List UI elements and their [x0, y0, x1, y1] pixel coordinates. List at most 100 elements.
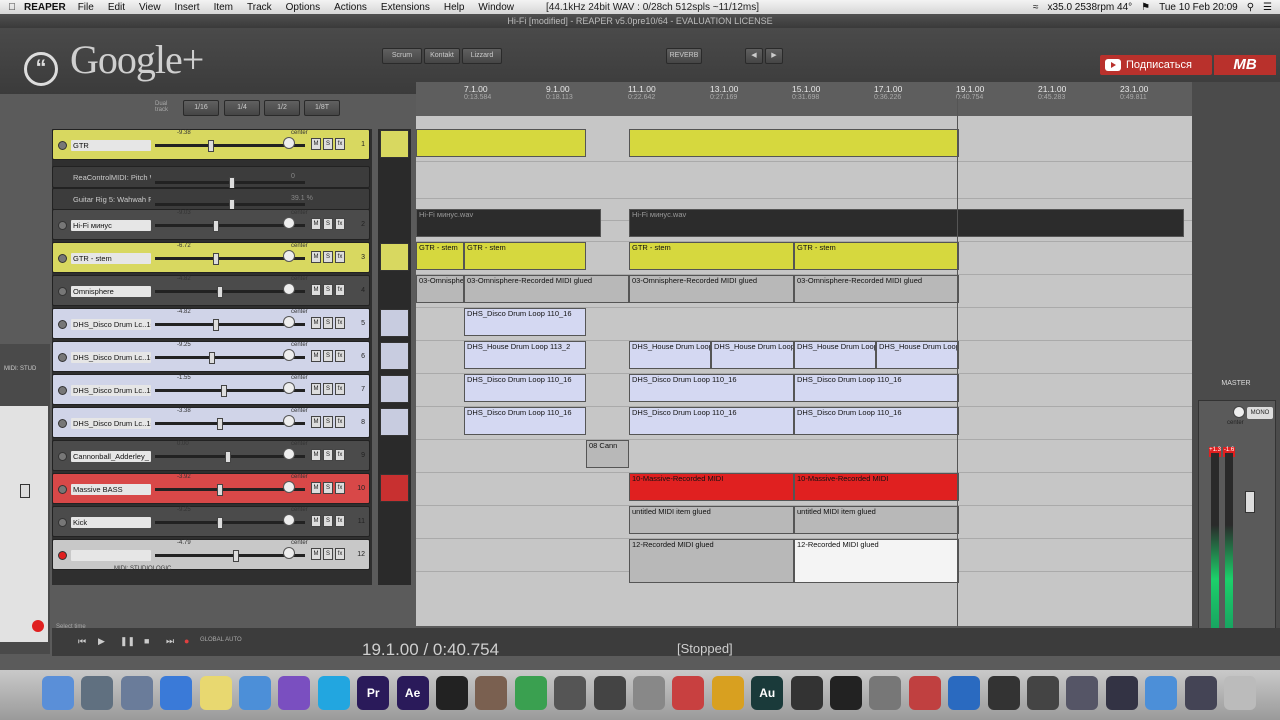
track-name[interactable]: GTR - stem [71, 253, 151, 264]
solo-button[interactable]: S [323, 284, 333, 296]
dock-icon-terminal[interactable] [436, 676, 468, 710]
pan-knob[interactable] [283, 415, 295, 427]
volume-fader-handle[interactable] [217, 484, 223, 496]
fx-button[interactable]: fx [335, 138, 345, 150]
record-arm-button[interactable] [58, 287, 67, 296]
media-item[interactable]: Hi-Fi минус.wav [416, 209, 601, 237]
media-item[interactable]: DHS_Disco Drum Loop 110_16 [464, 308, 586, 336]
pan-knob[interactable] [283, 217, 295, 229]
media-item[interactable]: DHS_Disco Drum Loop 110_16 [794, 407, 959, 435]
search-icon[interactable]: ⚲ [1247, 2, 1254, 13]
menu-view[interactable]: View [139, 2, 161, 13]
dock-icon-stickies[interactable] [199, 676, 232, 710]
media-item[interactable]: 03-Omnisphere-Recorded MIDI glued [416, 275, 464, 303]
solo-button[interactable]: S [323, 350, 333, 362]
dock-icon-sys[interactable] [1066, 676, 1099, 710]
solo-button[interactable]: S [323, 416, 333, 428]
volume-fader-handle[interactable] [217, 286, 223, 298]
media-item[interactable] [629, 129, 959, 157]
record-arm-button[interactable] [58, 386, 67, 395]
mute-button[interactable]: M [311, 383, 321, 395]
toolbar-kontakt-button[interactable]: Kontakt [424, 48, 460, 64]
track-name[interactable]: Omnisphere [71, 286, 151, 297]
dock-icon-chrome[interactable] [1145, 676, 1178, 710]
ruler-mark[interactable]: 21.1.00 0:45.283 [1038, 84, 1066, 101]
media-item[interactable]: Hi-Fi минус.wav [629, 209, 1184, 237]
media-item[interactable]: DHS_Disco Drum Loop 110_16 [464, 374, 586, 402]
dock-icon-wave[interactable] [711, 676, 744, 710]
track-row[interactable]: Kick M Sfx 11 -9.25 center [52, 506, 370, 537]
dock-icon-teamviewer[interactable] [948, 676, 981, 710]
track-instrument-icon[interactable] [380, 243, 409, 271]
dock-icon-mic[interactable] [1027, 676, 1059, 710]
dock-icon-monitor2[interactable] [1184, 676, 1217, 710]
grid-1-8t-button[interactable]: 1/8T [304, 100, 340, 116]
record-arm-button[interactable] [58, 485, 67, 494]
ruler-mark[interactable]: 17.1.00 0:36.226 [874, 84, 902, 101]
clock-readout[interactable]: Tue 10 Feb 20:09 [1159, 2, 1238, 13]
record-arm-button[interactable] [58, 452, 67, 461]
dock-icon-automator[interactable] [475, 676, 508, 710]
subscribe-button[interactable]: Подписаться [1100, 55, 1212, 75]
track-row[interactable]: GTR - stem M Sfx 3 -6.72 center [52, 242, 370, 273]
ruler-mark[interactable]: 9.1.00 0:18.113 [546, 84, 573, 101]
media-item[interactable]: 03-Omnisphere-Recorded MIDI glued [794, 275, 959, 303]
ruler-mark[interactable]: 7.1.00 0:13.584 [464, 84, 491, 101]
solo-button[interactable]: S [323, 138, 333, 150]
menu-edit[interactable]: Edit [108, 2, 125, 13]
fx-button[interactable]: fx [335, 482, 345, 494]
pan-knob[interactable] [283, 250, 295, 262]
track-row[interactable]: DHS_Disco Drum Lc..16 M Sfx 6 -9.25 center [52, 341, 370, 372]
timeline-ruler[interactable]: 7.1.00 0:13.584 9.1.00 0:18.113 11.1.00 0:22.… [416, 82, 1192, 116]
mute-button[interactable]: M [311, 284, 321, 296]
dock-icon-finder[interactable] [42, 676, 74, 710]
global-auto-button[interactable]: GLOBAL AUTO [200, 637, 242, 643]
media-item[interactable]: DHS_Disco Drum Loop 110_16 [794, 374, 959, 402]
volume-fader-handle[interactable] [233, 550, 239, 562]
pan-knob[interactable] [283, 382, 295, 394]
dock-icon-system[interactable] [120, 676, 153, 710]
solo-button[interactable]: S [323, 218, 333, 230]
record-arm-button[interactable] [58, 141, 67, 150]
pan-knob[interactable] [283, 448, 295, 460]
track-instrument-icon[interactable] [380, 474, 409, 502]
arrange-view[interactable]: 7.1.00 0:13.584 9.1.00 0:18.113 11.1.00 0:22.… [416, 82, 1192, 626]
dock-icon-disk[interactable] [987, 676, 1020, 710]
record-arm-button[interactable] [58, 320, 67, 329]
track-name[interactable]: DHS_Disco Drum Lc..16 [71, 352, 151, 363]
track-instrument-icon[interactable] [380, 130, 409, 158]
apple-icon[interactable]:  [0, 2, 24, 13]
mute-button[interactable]: M [311, 449, 321, 461]
record-arm-button[interactable] [58, 419, 67, 428]
track-row[interactable]: DHS_Disco Drum Lc..16 M Sfx 8 -3.38 center [52, 407, 370, 438]
dock-icon-clock[interactable] [593, 676, 626, 710]
dock-icon-ae[interactable]: Ae [396, 676, 429, 710]
pause-icon[interactable]: ❚❚ [120, 636, 135, 648]
mute-button[interactable]: M [311, 548, 321, 560]
volume-fader-handle[interactable] [217, 418, 223, 430]
pan-knob[interactable] [283, 514, 295, 526]
menu-actions[interactable]: Actions [334, 2, 367, 13]
media-item[interactable]: DHS_House Drum Loop 113_2 [876, 341, 959, 369]
solo-button[interactable]: S [323, 383, 333, 395]
solo-button[interactable]: S [323, 449, 333, 461]
record-arm-button[interactable] [58, 221, 67, 230]
track-row[interactable]: Hi-Fi минус M Sfx 2 -9.03 center [52, 209, 370, 240]
dock-icon-reaper[interactable] [908, 676, 941, 710]
grid-1-4-button[interactable]: 1/4 [224, 100, 260, 116]
mute-button[interactable]: M [311, 138, 321, 150]
solo-button[interactable]: S [323, 482, 333, 494]
toolbar-scrum-button[interactable]: Scrum [382, 48, 422, 64]
menu-options[interactable]: Options [286, 2, 320, 13]
track-name[interactable]: ReaControlMIDI: Pitch Whee [71, 172, 151, 183]
left-record-button[interactable] [32, 620, 44, 632]
master-mono-button[interactable]: MONO [1247, 407, 1273, 419]
grid-1-2-button[interactable]: 1/2 [264, 100, 300, 116]
track-name[interactable]: Guitar Rig 5: Wahwah Pedal [71, 194, 151, 205]
record-arm-button[interactable] [58, 518, 67, 527]
track-name[interactable]: DHS_Disco Drum Lc..16 [71, 418, 151, 429]
volume-fader-handle[interactable] [213, 253, 219, 265]
solo-button[interactable]: S [323, 548, 333, 560]
volume-fader-handle[interactable] [225, 451, 231, 463]
play-icon[interactable]: ▶ [98, 636, 110, 648]
